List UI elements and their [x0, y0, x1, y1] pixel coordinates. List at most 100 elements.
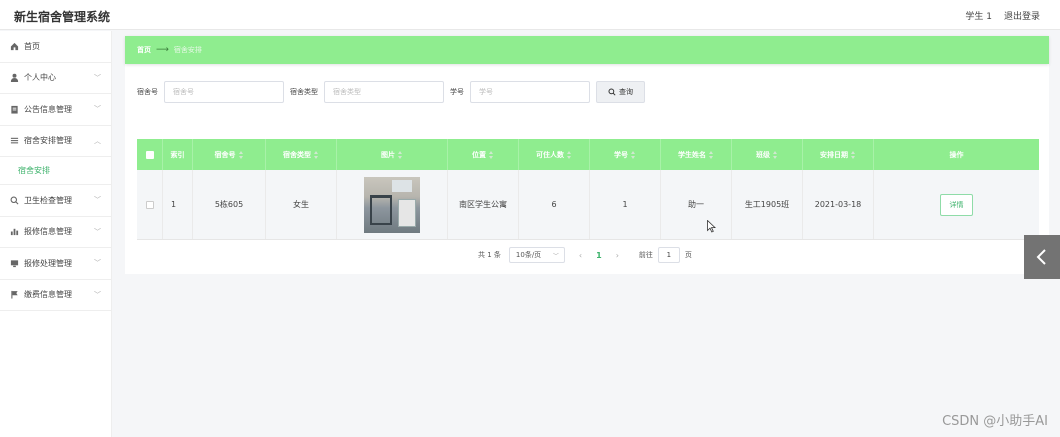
row-select-cell [137, 170, 163, 239]
inspect-icon [9, 195, 19, 205]
cell-student-name: 助一 [661, 170, 732, 239]
sidebar-item-dorm-arrange[interactable]: 宿舍安排管理 ︿ [0, 126, 111, 157]
logout-link[interactable]: 退出登录 [1004, 9, 1040, 22]
sidebar-subitem-dorm-arrange[interactable]: 宿舍安排 [0, 157, 111, 185]
sidebar-item-hygiene[interactable]: 卫生检查管理 ﹀ [0, 185, 111, 217]
sidebar-item-label: 个人中心 [24, 73, 56, 83]
sidebar-item-label: 报修处理管理 [24, 258, 72, 268]
sort-icon[interactable] [238, 150, 244, 159]
next-page-button[interactable]: › [616, 251, 619, 260]
chart-icon [9, 227, 19, 237]
col-header-action: 操作 [949, 150, 964, 159]
mouse-cursor-icon [707, 220, 716, 233]
sort-icon[interactable] [709, 150, 714, 159]
search-button-label: 查询 [619, 88, 633, 96]
user-name[interactable]: 学生 1 [965, 9, 992, 22]
sort-icon[interactable] [773, 150, 778, 159]
sidebar-item-label: 缴费信息管理 [24, 290, 72, 300]
search-bar: 宿舍号 宿舍类型 学号 查询 [137, 81, 645, 103]
user-area: 学生 1 退出登录 [965, 9, 1040, 22]
sort-icon[interactable] [398, 150, 403, 159]
sidebar-item-repair-info[interactable]: 报修信息管理 ﹀ [0, 217, 111, 248]
sidebar-item-label: 宿舍安排管理 [24, 136, 72, 146]
app-title: 新生宿舍管理系统 [14, 10, 111, 24]
arrow-right-icon: ⟶ [156, 45, 169, 55]
col-header-capacity[interactable]: 可住人数 [519, 139, 590, 170]
table-row[interactable]: 1 5栋605 女生 南区学生公寓 6 1 助一 生工1905班 2021-03… [137, 170, 1039, 240]
col-header-class[interactable]: 班级 [732, 139, 803, 170]
room-input[interactable] [164, 81, 284, 103]
cell-action: 详情 [874, 170, 1039, 239]
pagination-total: 共 1 条 [478, 251, 501, 259]
home-icon [9, 41, 19, 51]
breadcrumb: 首页 ⟶ 宿舍安排 [125, 36, 1049, 64]
sort-icon[interactable] [631, 150, 636, 159]
user-icon [9, 73, 19, 83]
prev-page-button[interactable]: ‹ [579, 251, 582, 260]
cell-index: 1 [163, 170, 193, 239]
col-header-type[interactable]: 宿舍类型 [266, 139, 337, 170]
sort-icon[interactable] [851, 150, 856, 159]
select-all-cell [137, 139, 163, 170]
goto-page-input[interactable] [657, 247, 680, 263]
notice-icon [9, 104, 19, 114]
cell-room: 5栋605 [193, 170, 266, 239]
col-header-room[interactable]: 宿舍号 [193, 139, 266, 170]
chevron-down-icon: ﹀ [552, 253, 559, 260]
page-size-select[interactable]: 10条/页 ﹀ [508, 247, 565, 263]
sort-icon[interactable] [314, 150, 319, 159]
search-button[interactable]: 查询 [596, 81, 645, 103]
chevron-up-icon: ︿ [94, 136, 101, 145]
cell-photo [337, 170, 448, 239]
top-header: 新生宿舍管理系统 学生 1 退出登录 [0, 0, 1060, 30]
sidebar-item-label: 卫生检查管理 [24, 195, 72, 205]
student-id-input[interactable] [470, 81, 590, 103]
chevron-left-icon [1036, 249, 1046, 265]
chevron-down-icon: ﹀ [94, 105, 101, 113]
side-toggle-button[interactable] [1024, 235, 1060, 279]
room-label: 宿舍号 [137, 88, 158, 96]
sidebar-item-label: 首页 [24, 41, 40, 51]
breadcrumb-current: 宿舍安排 [173, 46, 202, 54]
breadcrumb-home[interactable]: 首页 [137, 45, 151, 55]
cell-date: 2021-03-18 [803, 170, 874, 239]
sidebar-item-repair-handle[interactable]: 报修处理管理 ﹀ [0, 248, 111, 280]
watermark: CSDN @小助手AI [942, 414, 1048, 429]
sidebar-item-home[interactable]: 首页 [0, 31, 111, 63]
page-number-current[interactable]: 1 [596, 251, 602, 260]
room-type-label: 宿舍类型 [290, 88, 318, 96]
sort-icon[interactable] [489, 150, 494, 159]
main-panel: 首页 ⟶ 宿舍安排 宿舍号 宿舍类型 学号 查询 索引 宿舍号 宿舍类型 图片 … [125, 36, 1049, 274]
monitor-icon [9, 258, 19, 268]
cell-capacity: 6 [519, 170, 590, 239]
sort-icon[interactable] [567, 150, 572, 159]
col-header-student-id[interactable]: 学号 [590, 139, 661, 170]
sidebar-item-notice[interactable]: 公告信息管理 ﹀ [0, 94, 111, 126]
sidebar-item-label: 公告信息管理 [24, 104, 72, 114]
goto-label: 前往 [638, 251, 653, 259]
row-checkbox[interactable] [145, 200, 154, 209]
cell-location: 南区学生公寓 [448, 170, 519, 239]
chevron-down-icon: ﹀ [94, 290, 101, 299]
col-header-date[interactable]: 安排日期 [803, 139, 874, 170]
dorm-photo[interactable] [364, 176, 420, 233]
col-header-photo[interactable]: 图片 [337, 139, 448, 170]
sidebar: 首页 个人中心 ﹀ 公告信息管理 ﹀ 宿舍安排管理 ︿ 宿舍安排 卫生检查管理 … [0, 31, 112, 437]
sidebar-item-personal[interactable]: 个人中心 ﹀ [0, 63, 111, 94]
page-suffix: 页 [684, 251, 692, 259]
detail-button[interactable]: 详情 [940, 193, 973, 216]
table-header: 索引 宿舍号 宿舍类型 图片 位置 可住人数 学号 学生姓名 班级 安排日期 操… [137, 139, 1039, 170]
chevron-down-icon: ﹀ [94, 227, 101, 236]
room-type-input[interactable] [324, 81, 444, 103]
select-all-checkbox[interactable] [145, 150, 154, 159]
sidebar-item-label: 报修信息管理 [24, 227, 72, 237]
cell-class: 生工1905班 [732, 170, 803, 239]
sidebar-item-payment[interactable]: 缴费信息管理 ﹀ [0, 280, 111, 311]
col-header-student-name[interactable]: 学生姓名 [661, 139, 732, 170]
col-header-index: 索引 [163, 139, 193, 170]
flag-icon [9, 290, 19, 300]
chevron-down-icon: ﹀ [94, 73, 101, 82]
col-header-location[interactable]: 位置 [448, 139, 519, 170]
search-icon [608, 88, 616, 96]
cell-type: 女生 [266, 170, 337, 239]
